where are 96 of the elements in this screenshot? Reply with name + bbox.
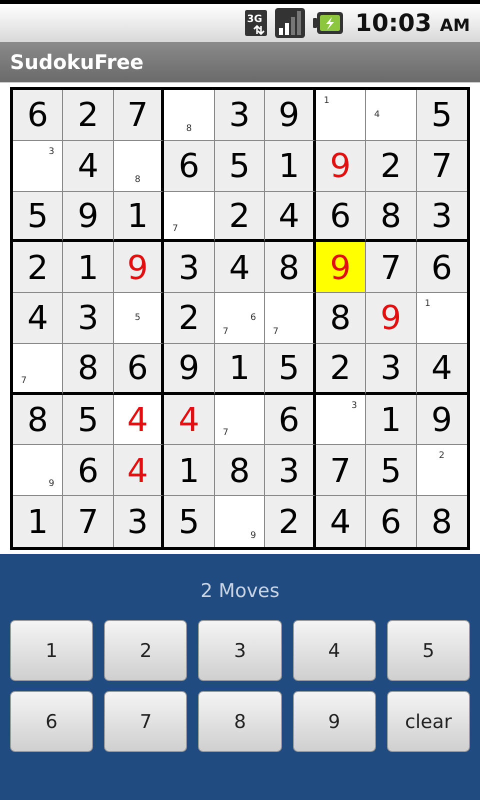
number-cell[interactable]: 7 [316,445,366,496]
keypad-button[interactable]: 1 [10,620,94,681]
number-cell[interactable]: 9 [265,90,316,141]
number-cell[interactable]: 6 [416,242,467,294]
note-cell[interactable]: 7 [265,293,316,344]
note-cell[interactable]: 7 [13,344,64,395]
number-cell[interactable]: 9 [316,140,366,192]
number-cell[interactable]: 1 [13,496,64,547]
number-cell[interactable]: 8 [214,445,266,496]
number-cell[interactable]: 6 [114,344,164,395]
note-cell[interactable]: 1 [316,90,366,141]
number-cell[interactable]: 4 [214,242,266,294]
app-title: SudokuFree [10,50,144,74]
number-cell[interactable]: 1 [114,192,164,242]
keypad-button[interactable]: 2 [104,620,188,681]
keypad-button[interactable]: clear [386,691,470,752]
note-cell[interactable]: 2 [416,445,467,496]
network-3g-icon: 3G [245,10,268,36]
clock: 10:03 AM [355,9,470,37]
number-cell[interactable]: 2 [366,140,417,192]
number-cell[interactable]: 6 [13,90,64,141]
note-cell[interactable]: 3 [316,394,366,446]
number-cell[interactable]: 7 [114,90,164,141]
number-cell[interactable]: 1 [164,445,215,496]
note-cell[interactable]: 7 [164,192,215,242]
keypad-button[interactable]: 4 [292,620,376,681]
number-cell[interactable]: 3 [265,445,316,496]
keypad-button[interactable]: 7 [104,691,188,752]
number-cell[interactable]: 4 [114,445,164,496]
number-cell[interactable]: 4 [164,394,215,446]
number-cell[interactable]: 4 [63,140,114,192]
number-cell[interactable]: 4 [265,192,316,242]
number-cell[interactable]: 9 [366,293,417,344]
number-cell[interactable]: 2 [63,90,114,141]
number-cell[interactable]: 1 [366,394,417,446]
number-cell[interactable]: 6 [265,394,316,446]
note-cell[interactable]: 8 [164,90,215,141]
number-cell[interactable]: 3 [63,293,114,344]
note-cell[interactable]: 3 [13,140,64,192]
note-cell[interactable]: 7 [214,394,266,446]
number-cell[interactable]: 8 [316,293,366,344]
battery-charging-icon [313,12,344,34]
signal-icon [275,8,306,38]
number-cell[interactable]: 9 [114,242,164,294]
note-cell[interactable]: 1 [416,293,467,344]
number-cell[interactable]: 5 [164,496,215,547]
number-cell[interactable]: 1 [265,140,316,192]
number-cell[interactable]: 5 [265,344,316,395]
number-cell[interactable]: 7 [366,242,417,294]
keypad-button[interactable]: 5 [386,620,470,681]
number-cell[interactable]: 5 [63,394,114,446]
note-cell[interactable]: 4 [366,90,417,141]
keypad-button[interactable]: 9 [292,691,376,752]
number-cell[interactable]: 2 [214,192,266,242]
number-cell[interactable]: 2 [265,496,316,547]
number-cell[interactable]: 8 [265,242,316,294]
number-cell[interactable]: 4 [316,496,366,547]
note-cell[interactable]: 7 6 [214,293,266,344]
number-cell[interactable]: 3 [366,344,417,395]
number-cell[interactable]: 5 [214,140,266,192]
number-cell[interactable]: 6 [164,140,215,192]
number-cell[interactable]: 3 [114,496,164,547]
number-cell[interactable]: 8 [13,394,64,446]
keypad-button[interactable]: 6 [10,691,94,752]
number-cell[interactable]: 1 [63,242,114,294]
note-cell[interactable]: 9 [13,445,64,496]
number-cell[interactable]: 6 [63,445,114,496]
number-cell[interactable]: 8 [416,496,467,547]
number-cell[interactable]: 5 [366,445,417,496]
number-cell[interactable]: 2 [13,242,64,294]
keypad-button[interactable]: 3 [198,620,282,681]
number-cell[interactable]: 5 [13,192,64,242]
number-cell[interactable]: 2 [164,293,215,344]
number-cell[interactable]: 4 [114,394,164,446]
number-cell[interactable]: 3 [416,192,467,242]
number-cell[interactable]: 7 [63,496,114,547]
number-cell[interactable]: 5 [416,90,467,141]
number-cell[interactable]: 9 [164,344,215,395]
number-cell[interactable]: 2 [316,344,366,395]
number-cell[interactable]: 6 [316,192,366,242]
note-cell[interactable]: 5 [114,293,164,344]
number-cell[interactable]: 3 [214,90,266,141]
number-cell[interactable]: 8 [63,344,114,395]
number-cell[interactable]: 7 [416,140,467,192]
number-cell[interactable]: 9 [316,242,366,294]
moves-counter: 2 Moves [200,580,280,602]
number-cell[interactable]: 9 [416,394,467,446]
note-cell[interactable]: 8 [114,140,164,192]
number-cell[interactable]: 9 [63,192,114,242]
number-cell[interactable]: 4 [13,293,64,344]
number-cell[interactable]: 6 [366,496,417,547]
number-cell[interactable]: 4 [416,344,467,395]
number-cell[interactable]: 1 [214,344,266,395]
number-cell[interactable]: 3 [164,242,215,294]
number-cell[interactable]: 8 [366,192,417,242]
keypad-button[interactable]: 8 [198,691,282,752]
